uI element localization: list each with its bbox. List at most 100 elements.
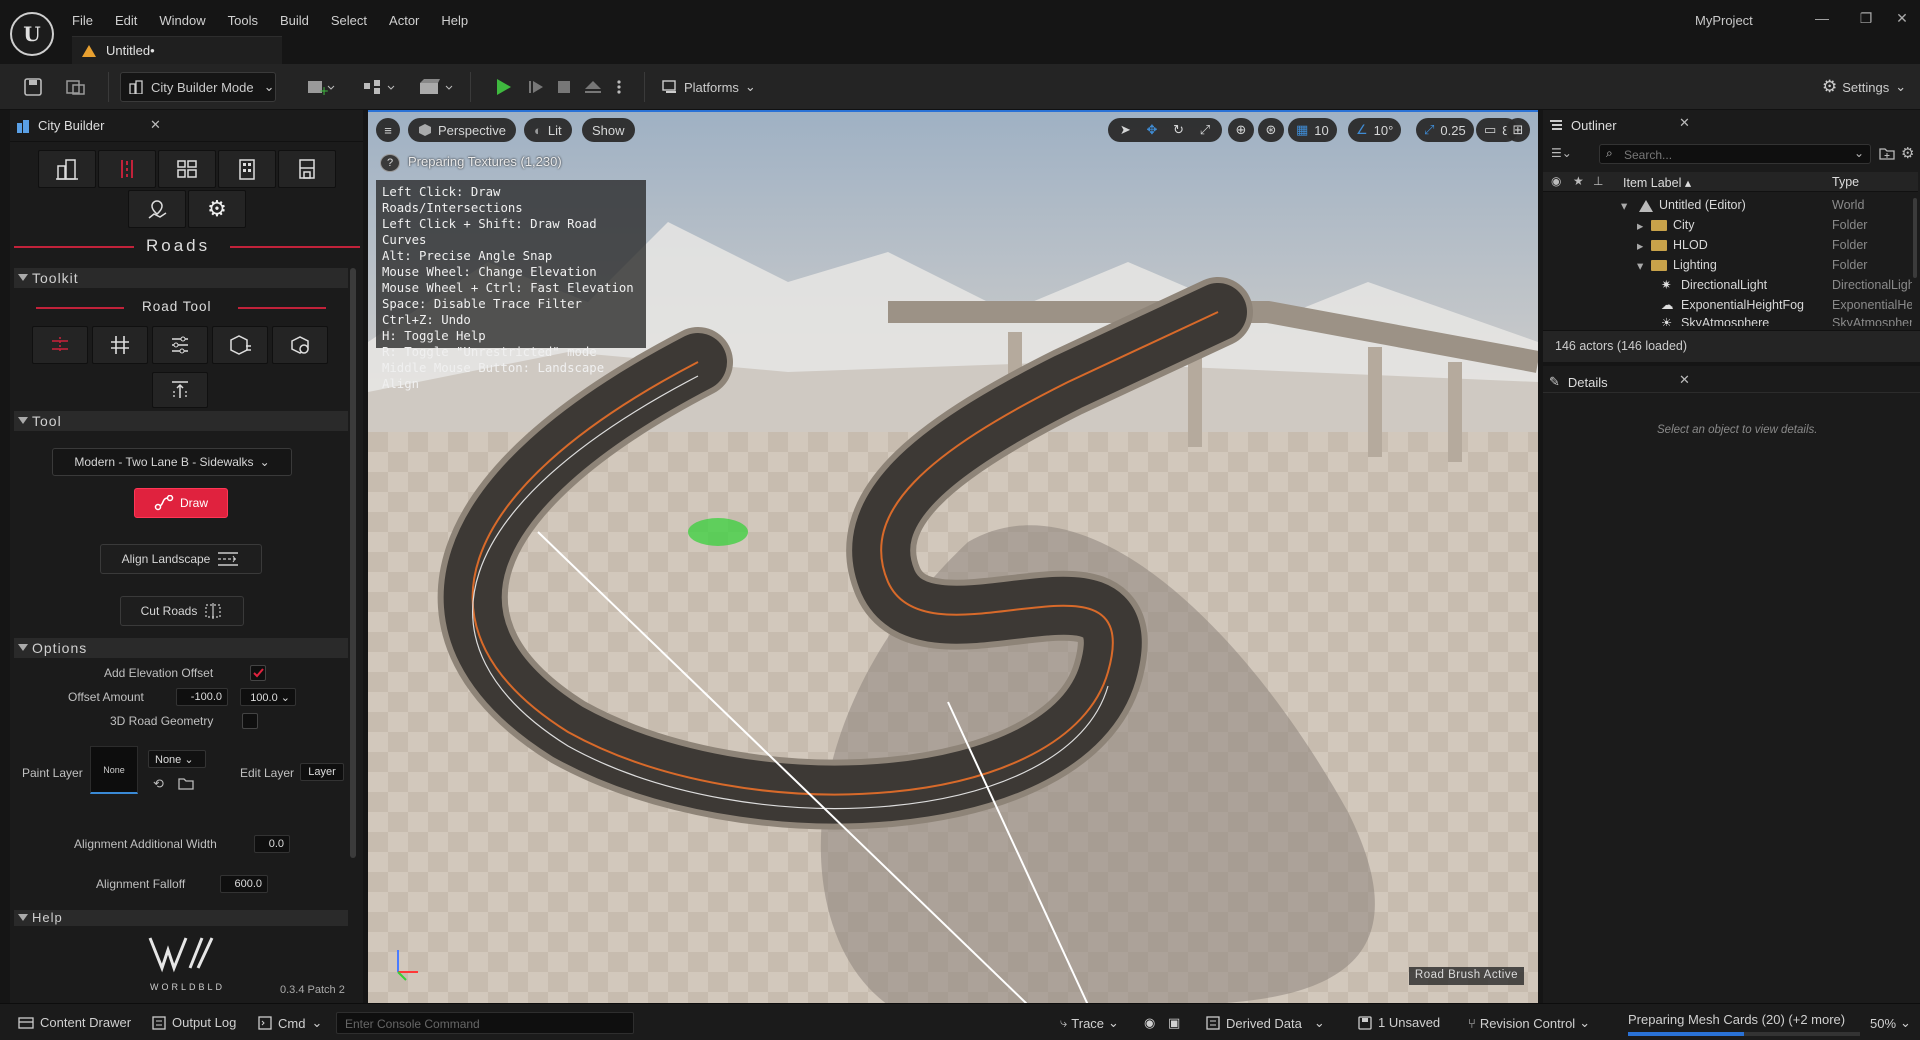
visibility-eye-icon[interactable]: ◉ xyxy=(1551,174,1561,188)
expand-arrow-icon[interactable]: ▾ xyxy=(1637,258,1643,273)
filter-icon[interactable]: ☰⌄ xyxy=(1551,146,1572,160)
road-preset-dropdown[interactable]: Modern - Two Lane B - Sidewalks ⌄ xyxy=(52,448,292,476)
item-label-column-header[interactable]: Item Label ▴ xyxy=(1623,175,1691,190)
settings-category-icon[interactable]: ⚙ xyxy=(188,190,246,228)
close-tab-icon[interactable]: ✕ xyxy=(1679,372,1690,388)
menu-help[interactable]: Help xyxy=(441,13,468,28)
add-actor-icon[interactable]: + xyxy=(306,72,336,102)
lit-button[interactable]: ◐ Lit xyxy=(524,118,572,142)
content-drawer-button[interactable]: Content Drawer xyxy=(18,1015,131,1030)
outliner-row-world[interactable]: ▾ Untitled (Editor) World xyxy=(1543,196,1918,216)
expand-arrow-icon[interactable]: ▸ xyxy=(1637,218,1643,233)
rotate-icon[interactable]: ↻ xyxy=(1173,122,1184,138)
save-icon[interactable] xyxy=(24,72,42,102)
outliner-scrollbar[interactable] xyxy=(1913,198,1917,278)
road-mesh-tool-icon[interactable] xyxy=(272,326,328,364)
minimize-icon[interactable]: — xyxy=(1812,10,1832,26)
offset-max-dropdown[interactable]: 100.0 ⌄ xyxy=(240,688,296,706)
toolkit-section-header[interactable]: Toolkit xyxy=(14,268,348,288)
viewport-layout-icon[interactable]: ⊞ xyxy=(1506,118,1530,142)
angle-snap-button[interactable]: ∠ 10° xyxy=(1348,118,1402,142)
road-settings-tool-icon[interactable] xyxy=(152,326,208,364)
buildings-category-icon[interactable] xyxy=(38,150,96,188)
gear-icon[interactable]: ⚙ xyxy=(1901,144,1914,162)
eject-icon[interactable] xyxy=(584,72,602,102)
offset-min-input[interactable]: -100.0 xyxy=(176,688,228,706)
close-tab-icon[interactable]: ✕ xyxy=(150,117,161,133)
left-panel-scrollbar[interactable] xyxy=(350,268,356,858)
reset-icon[interactable]: ⟲ xyxy=(153,776,164,792)
menu-window[interactable]: Window xyxy=(159,13,205,28)
building-generator-icon[interactable] xyxy=(218,150,276,188)
road-elevation-tool-icon[interactable] xyxy=(152,372,208,408)
city-builder-tab[interactable]: City Builder ✕ xyxy=(10,110,363,142)
close-tab-icon[interactable]: ✕ xyxy=(1679,115,1690,131)
expand-arrow-icon[interactable]: ▸ xyxy=(1637,238,1643,253)
content-browse-icon[interactable] xyxy=(66,72,86,102)
settings-button[interactable]: ⚙ Settings ⌄ xyxy=(1822,72,1906,102)
step-icon[interactable] xyxy=(528,72,544,102)
stop-icon[interactable] xyxy=(556,72,572,102)
outliner-row-sky-atmosphere[interactable]: ☀ SkyAtmosphere SkyAtmosphere xyxy=(1543,314,1918,326)
platforms-button[interactable]: Platforms ⌄ xyxy=(662,72,756,102)
add-folder-icon[interactable] xyxy=(1879,146,1895,160)
trace-dropdown[interactable]: ⤷ Trace ⌄ xyxy=(1060,1015,1119,1031)
blocks-category-icon[interactable] xyxy=(158,150,216,188)
menu-actor[interactable]: Actor xyxy=(389,13,419,28)
mode-selector[interactable]: City Builder Mode ⌄ xyxy=(120,72,276,102)
menu-file[interactable]: File xyxy=(72,13,93,28)
browse-folder-icon[interactable] xyxy=(178,776,194,790)
favorite-star-icon[interactable]: ★ xyxy=(1573,174,1584,188)
scale-icon[interactable]: ⤢ xyxy=(1200,122,1210,138)
play-options-icon[interactable] xyxy=(616,72,622,102)
scale-snap-button[interactable]: ⤢ 0.25 xyxy=(1416,118,1474,142)
details-tab[interactable]: ✎ Details xyxy=(1549,371,1608,393)
outliner-search-input[interactable]: ⌕ Search... ⌄ xyxy=(1599,144,1871,164)
menu-select[interactable]: Select xyxy=(331,13,367,28)
cinematics-icon[interactable] xyxy=(418,72,456,102)
alignment-falloff-input[interactable]: 600.0 xyxy=(220,875,268,893)
show-button[interactable]: Show xyxy=(582,118,635,142)
surface-snap-icon[interactable]: ⊛ xyxy=(1258,118,1284,142)
align-landscape-button[interactable]: Align Landscape xyxy=(100,544,262,574)
pin-icon[interactable]: ⊥ xyxy=(1593,174,1603,188)
cut-roads-button[interactable]: Cut Roads xyxy=(120,596,244,626)
road-geometry-3d-checkbox[interactable] xyxy=(242,713,258,729)
expand-arrow-icon[interactable]: ▾ xyxy=(1621,198,1627,213)
outliner-row-height-fog[interactable]: ☁ ExponentialHeightFog ExponentialHeight… xyxy=(1543,296,1918,316)
help-section-header[interactable]: Help xyxy=(14,910,348,926)
console-command-input[interactable]: Enter Console Command xyxy=(336,1012,634,1034)
unsaved-button[interactable]: 1 Unsaved xyxy=(1358,1015,1440,1030)
outliner-row-lighting[interactable]: ▾ Lighting Folder xyxy=(1543,256,1918,276)
roads-category-icon[interactable] xyxy=(98,150,156,188)
intersection-tool-icon[interactable] xyxy=(92,326,148,364)
paint-layer-thumbnail[interactable]: None xyxy=(90,746,138,794)
help-toggle-icon[interactable]: ? xyxy=(380,154,400,172)
edit-layer-input[interactable]: Layer xyxy=(300,763,344,781)
translate-icon[interactable]: ✥ xyxy=(1146,122,1157,138)
outliner-row-directional-light[interactable]: ✷ DirectionalLight DirectionalLight xyxy=(1543,276,1918,296)
restore-icon[interactable]: ❐ xyxy=(1856,10,1876,26)
record-icon[interactable]: ◉ xyxy=(1144,1015,1155,1031)
paint-layer-dropdown[interactable]: None ⌄ xyxy=(148,750,206,768)
select-cursor-icon[interactable]: ➤ xyxy=(1120,122,1131,138)
revision-control-dropdown[interactable]: ⑂ Revision Control ⌄ xyxy=(1468,1015,1590,1031)
cmd-dropdown[interactable]: Cmd ⌄ xyxy=(258,1015,322,1031)
unreal-logo-icon[interactable]: U xyxy=(10,12,54,56)
blueprint-icon[interactable] xyxy=(362,72,396,102)
play-button[interactable] xyxy=(494,72,512,102)
storefront-category-icon[interactable] xyxy=(278,150,336,188)
level-viewport[interactable]: ≡ Perspective ◐ Lit Show ➤ ✥ ↻ ⤢ ⊕ ⊛ ▦ 1… xyxy=(368,110,1538,1003)
menu-build[interactable]: Build xyxy=(280,13,309,28)
derived-data-dropdown[interactable]: Derived Data ⌄ xyxy=(1206,1015,1325,1031)
grid-snap-button[interactable]: ▦ 10 xyxy=(1288,118,1337,142)
road-props-tool-icon[interactable] xyxy=(212,326,268,364)
menu-tools[interactable]: Tools xyxy=(228,13,258,28)
zoom-dropdown[interactable]: 50% ⌄ xyxy=(1870,1015,1911,1031)
world-space-icon[interactable]: ⊕ xyxy=(1228,118,1254,142)
draw-road-tool-icon[interactable] xyxy=(32,326,88,364)
options-section-header[interactable]: Options xyxy=(14,638,348,658)
screenshot-icon[interactable]: ▣ xyxy=(1168,1015,1180,1031)
perspective-button[interactable]: Perspective xyxy=(408,118,516,142)
tool-section-header[interactable]: Tool xyxy=(14,411,348,431)
